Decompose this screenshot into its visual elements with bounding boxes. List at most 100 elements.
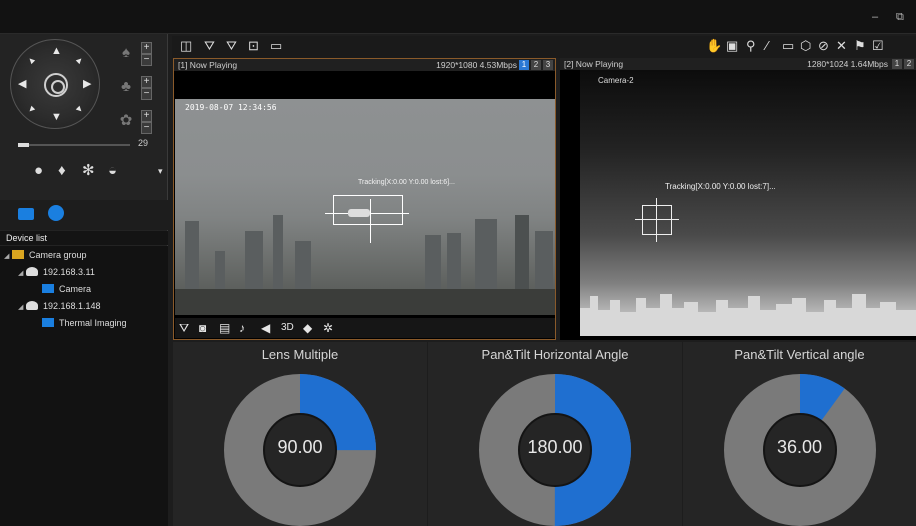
snapshot-icon[interactable]: ◙ (199, 321, 206, 335)
ptz-up-right-button[interactable]: ▲ (72, 53, 86, 67)
collapse-icon: ◢ (18, 304, 24, 311)
restore-button[interactable]: ⧉ (896, 12, 904, 23)
bulb-icon[interactable]: ● (34, 162, 43, 180)
ptz-left-button[interactable]: ◀ (18, 79, 26, 90)
tree-group[interactable]: ◢ Camera group (4, 248, 87, 262)
wiper-icon[interactable]: ◒ (108, 162, 117, 180)
tree-device[interactable]: ◢ 192.168.1.148 (18, 299, 101, 313)
iris-icon: ♣ (121, 78, 131, 95)
rectangle-icon[interactable]: ▭ (782, 39, 794, 53)
fan-icon[interactable]: ✻ (82, 162, 95, 180)
ptz-down-right-button[interactable]: ▼ (72, 102, 86, 116)
video-2-stats: 1280*1024 1.64Mbps (807, 59, 888, 69)
iris-control: ♣ + − (117, 74, 157, 100)
app-window: – ⧉ ▲ ▼ ◀ ▶ ▲ ▲ ▼ ▼ ♠ + − ♣ + − ✿ + − 29… (0, 0, 916, 526)
video-2-page-1[interactable]: 1 (892, 59, 902, 69)
gauge-value: 90.00 (277, 437, 323, 457)
device-icon (26, 301, 38, 310)
pin-icon[interactable]: ⚲ (746, 39, 756, 53)
speed-slider[interactable]: 29 (14, 137, 154, 151)
zoom-out-button[interactable]: − (141, 54, 152, 66)
speed-slider-fill (18, 143, 29, 147)
record-icon[interactable]: ▤ (219, 321, 230, 335)
camera-ptz2-icon[interactable]: ⛛ (226, 39, 237, 53)
camera-ptz-icon[interactable]: ⛛ (204, 39, 215, 53)
speaker-icon[interactable]: ◀ (261, 321, 270, 335)
device-tab-icon[interactable] (18, 208, 34, 220)
ptz-home-button[interactable] (44, 73, 68, 97)
gauge-title: Pan&Tilt Horizontal Angle (481, 347, 629, 362)
video-1-frame: 2019-08-07 12:34:56 Tracking[X:0.00 Y:0.… (175, 99, 555, 315)
tracking-reticle (642, 205, 672, 235)
focus-control: ✿ + − (117, 108, 157, 134)
tracking-crosshair-v (370, 199, 371, 243)
channel-label: Thermal Imaging (59, 318, 127, 328)
camera-icon (42, 284, 54, 293)
line-icon[interactable]: ⁄ (766, 39, 768, 53)
video-panel-1[interactable]: [1] Now Playing 1920*1080 4.53Mbps 1 2 3… (173, 58, 556, 340)
device-list-title: Device list (0, 231, 168, 245)
video-1-page-2[interactable]: 2 (531, 60, 541, 70)
tracking-crosshair-h (635, 219, 679, 220)
monitor-icon[interactable]: ▣ (726, 39, 738, 53)
settings-icon[interactable]: ✲ (323, 321, 333, 335)
iris-plus-button[interactable]: + (141, 76, 152, 88)
device-tabs (0, 200, 168, 230)
ptz-control-pad: ▲ ▼ ◀ ▶ ▲ ▲ ▼ ▼ (10, 39, 100, 129)
folder-icon (12, 250, 24, 259)
layout-icon[interactable]: ◫ (180, 39, 192, 53)
title-bar: – ⧉ (0, 0, 916, 34)
microphone-icon[interactable]: ♪ (239, 321, 245, 335)
zoom-in-button[interactable]: + (141, 42, 152, 54)
video-1-page-3[interactable]: 3 (543, 60, 553, 70)
video-1-page-1[interactable]: 1 (519, 60, 529, 70)
polygon-icon[interactable]: ⬡ (800, 39, 811, 53)
ptz-icon[interactable]: ⛛ (179, 321, 189, 335)
video-2-page-2[interactable]: 2 (904, 59, 914, 69)
iris-minus-button[interactable]: − (141, 88, 152, 100)
group-label: Camera group (29, 250, 87, 260)
close-icon[interactable]: ✕ (836, 39, 847, 53)
video-panel-2[interactable]: [2] Now Playing 1280*1024 1.64Mbps 1 2 C… (560, 58, 916, 340)
focus-minus-button[interactable]: − (141, 122, 152, 134)
aux-tools: ● ♦ ✻ ◒ ▾ (28, 162, 163, 182)
paint-icon[interactable]: ⚑ (854, 39, 866, 53)
zoom-icon: ♠ (122, 44, 130, 61)
zoom-control: ♠ + − (117, 40, 157, 66)
device-ip: 192.168.1.148 (43, 301, 101, 311)
hand-icon[interactable]: ✋ (706, 39, 722, 53)
gauge-vertical-angle: Pan&Tilt Vertical angle 36.00 (683, 342, 916, 526)
drone-target (348, 209, 370, 217)
ptz-down-button[interactable]: ▼ (51, 112, 62, 123)
video-2-camera-label: Camera-2 (598, 76, 634, 85)
chat-icon[interactable]: ◆ (303, 321, 312, 335)
snapshot-icon[interactable]: ⊡ (248, 39, 259, 53)
compass-icon[interactable]: ⊘ (818, 39, 829, 53)
tree-channel[interactable]: Camera (42, 282, 91, 296)
gauge-lens-multiple: Lens Multiple 90.00 (173, 342, 427, 526)
ptz-up-button[interactable]: ▲ (51, 46, 62, 57)
device-tree: ◢ Camera group ◢ 192.168.3.11 Camera ◢ 192.… (0, 246, 168, 526)
3d-button[interactable]: 3D (281, 322, 294, 334)
video-2-tracking-text: Tracking[X:0.00 Y:0.00 lost:7]... (665, 182, 776, 191)
focus-plus-button[interactable]: + (141, 110, 152, 122)
minimize-button[interactable]: – (872, 12, 878, 23)
ptz-right-button[interactable]: ▶ (83, 79, 91, 90)
video-2-header: [2] Now Playing 1280*1024 1.64Mbps 1 2 (560, 58, 916, 70)
aperture-icon: ✿ (119, 112, 133, 129)
flame-icon[interactable]: ♦ (58, 162, 66, 180)
video-1-toolbar: ⛛ ◙ ▤ ♪ ◀ 3D ◆ ✲ (175, 318, 555, 338)
ptz-down-left-button[interactable]: ▼ (24, 102, 38, 116)
fullscreen-icon[interactable]: ▭ (270, 39, 282, 53)
video-1-stats: 1920*1080 4.53Mbps (436, 60, 517, 70)
checkbox-icon[interactable]: ☑ (872, 39, 884, 53)
tree-channel[interactable]: Thermal Imaging (42, 316, 127, 330)
thermal-skyline (580, 294, 916, 336)
video-1-timestamp: 2019-08-07 12:34:56 (185, 103, 277, 112)
tree-device[interactable]: ◢ 192.168.3.11 (18, 265, 95, 279)
video-1-header: [1] Now Playing 1920*1080 4.53Mbps 1 2 3 (174, 59, 555, 71)
globe-icon[interactable] (48, 205, 64, 221)
expand-icon[interactable]: ▾ (158, 162, 163, 180)
video-2-frame: Camera-2 Tracking[X:0.00 Y:0.00 lost:7].… (580, 70, 916, 336)
ptz-up-left-button[interactable]: ▲ (24, 53, 38, 67)
